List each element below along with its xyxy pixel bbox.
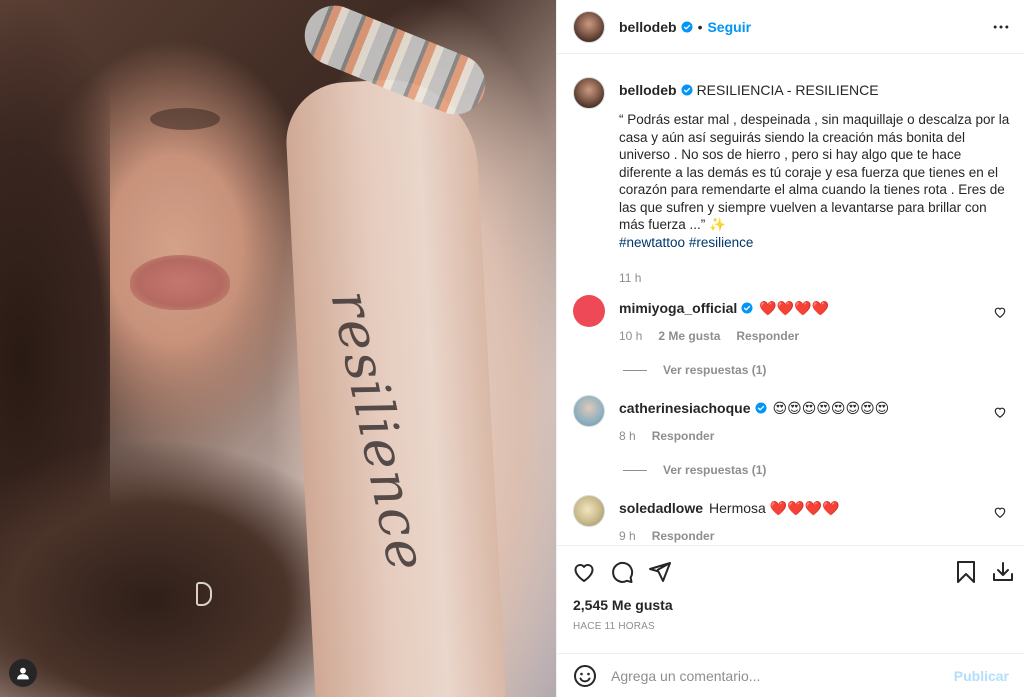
download-icon[interactable] bbox=[991, 560, 1015, 584]
comment-time[interactable]: 10 h bbox=[619, 329, 642, 343]
comment-text: Hermosa ❤️❤️❤️❤️ bbox=[709, 500, 840, 516]
comments-list[interactable]: bellodeb RESILIENCIA - RESILIENCE “ Podr… bbox=[557, 55, 1024, 545]
comment-time[interactable]: 9 h bbox=[619, 529, 636, 543]
view-replies-label: Ver respuestas (1) bbox=[663, 363, 767, 377]
view-replies-button[interactable]: Ver respuestas (1) bbox=[623, 363, 766, 377]
photo-lips bbox=[130, 255, 230, 310]
commenter-avatar[interactable] bbox=[573, 495, 605, 527]
reply-button[interactable]: Responder bbox=[736, 329, 799, 343]
more-horizontal-icon[interactable] bbox=[991, 17, 1011, 37]
caption-username[interactable]: bellodeb bbox=[619, 81, 677, 99]
photo-pendant: D bbox=[196, 582, 212, 606]
comment-text: 😍😍😍😍😍😍😍😍 bbox=[772, 400, 890, 416]
verified-badge-icon bbox=[755, 402, 766, 414]
comment-item: catherinesiachoque 😍😍😍😍😍😍😍😍 8 h Responde… bbox=[573, 395, 1013, 443]
post-caption: bellodeb RESILIENCIA - RESILIENCE “ Podr… bbox=[573, 77, 1013, 285]
commenter-avatar[interactable] bbox=[573, 395, 605, 427]
add-comment-bar: Publicar bbox=[557, 653, 1024, 697]
comment-item: soledadlowe Hermosa ❤️❤️❤️❤️ 9 h Respond… bbox=[573, 495, 1013, 543]
verified-badge-icon bbox=[741, 302, 753, 314]
commenter-username[interactable]: catherinesiachoque bbox=[619, 399, 751, 417]
comment-icon[interactable] bbox=[610, 560, 634, 584]
comment-time[interactable]: 8 h bbox=[619, 429, 636, 443]
caption-hashtags: #newtattoo #resilience bbox=[619, 234, 1013, 252]
post-timestamp[interactable]: HACE 11 HORAS bbox=[573, 621, 655, 632]
caption-text: “ Podrás estar mal , despeinada , sin ma… bbox=[619, 112, 1010, 232]
commenter-avatar[interactable] bbox=[573, 295, 605, 327]
separator-dot: • bbox=[697, 18, 703, 35]
likes-count[interactable]: 2,545 Me gusta bbox=[573, 597, 673, 613]
replies-divider bbox=[623, 469, 647, 471]
like-comment-heart-icon[interactable] bbox=[993, 505, 1007, 519]
comment-text: ❤️❤️❤️❤️ bbox=[759, 300, 829, 316]
caption-headline: RESILIENCIA - RESILIENCE bbox=[696, 81, 879, 98]
user-icon bbox=[17, 667, 29, 680]
comment-likes[interactable]: 2 Me gusta bbox=[658, 329, 720, 343]
hashtag-link[interactable]: #resilience bbox=[689, 235, 754, 250]
post-actions-bar bbox=[557, 545, 1024, 597]
heart-icon[interactable] bbox=[572, 560, 596, 584]
comment-item: mimiyoga_official ❤️❤️❤️❤️ 10 h 2 Me gus… bbox=[573, 295, 1013, 343]
caption-avatar[interactable] bbox=[573, 77, 605, 109]
like-comment-heart-icon[interactable] bbox=[993, 405, 1007, 419]
tagged-users-icon[interactable] bbox=[9, 659, 37, 687]
verified-badge-icon bbox=[681, 21, 693, 32]
view-replies-button[interactable]: Ver respuestas (1) bbox=[623, 463, 766, 477]
verified-badge-icon bbox=[681, 84, 693, 95]
caption-time[interactable]: 11 h bbox=[619, 271, 641, 285]
publish-button[interactable]: Publicar bbox=[954, 668, 1009, 684]
author-username[interactable]: bellodeb bbox=[619, 19, 677, 35]
follow-button[interactable]: Seguir bbox=[707, 19, 751, 35]
author-avatar[interactable] bbox=[573, 10, 605, 43]
view-replies-label: Ver respuestas (1) bbox=[663, 463, 767, 477]
share-icon[interactable] bbox=[648, 560, 672, 584]
photo-eye-left bbox=[150, 108, 220, 130]
comment-input[interactable] bbox=[611, 667, 954, 684]
post-photo[interactable]: resilience D bbox=[0, 0, 556, 697]
replies-divider bbox=[623, 369, 647, 371]
emoji-icon[interactable] bbox=[573, 664, 597, 688]
like-comment-heart-icon[interactable] bbox=[993, 305, 1007, 319]
post-header: bellodeb • Seguir bbox=[557, 0, 1024, 54]
reply-button[interactable]: Responder bbox=[652, 429, 715, 443]
commenter-username[interactable]: soledadlowe bbox=[619, 499, 703, 517]
hashtag-link[interactable]: #newtattoo bbox=[619, 235, 685, 250]
post-panel: bellodeb • Seguir bellodeb RESILIENCIA -… bbox=[556, 0, 1024, 697]
bookmark-icon[interactable] bbox=[954, 560, 978, 584]
commenter-username[interactable]: mimiyoga_official bbox=[619, 299, 737, 317]
reply-button[interactable]: Responder bbox=[652, 529, 715, 543]
